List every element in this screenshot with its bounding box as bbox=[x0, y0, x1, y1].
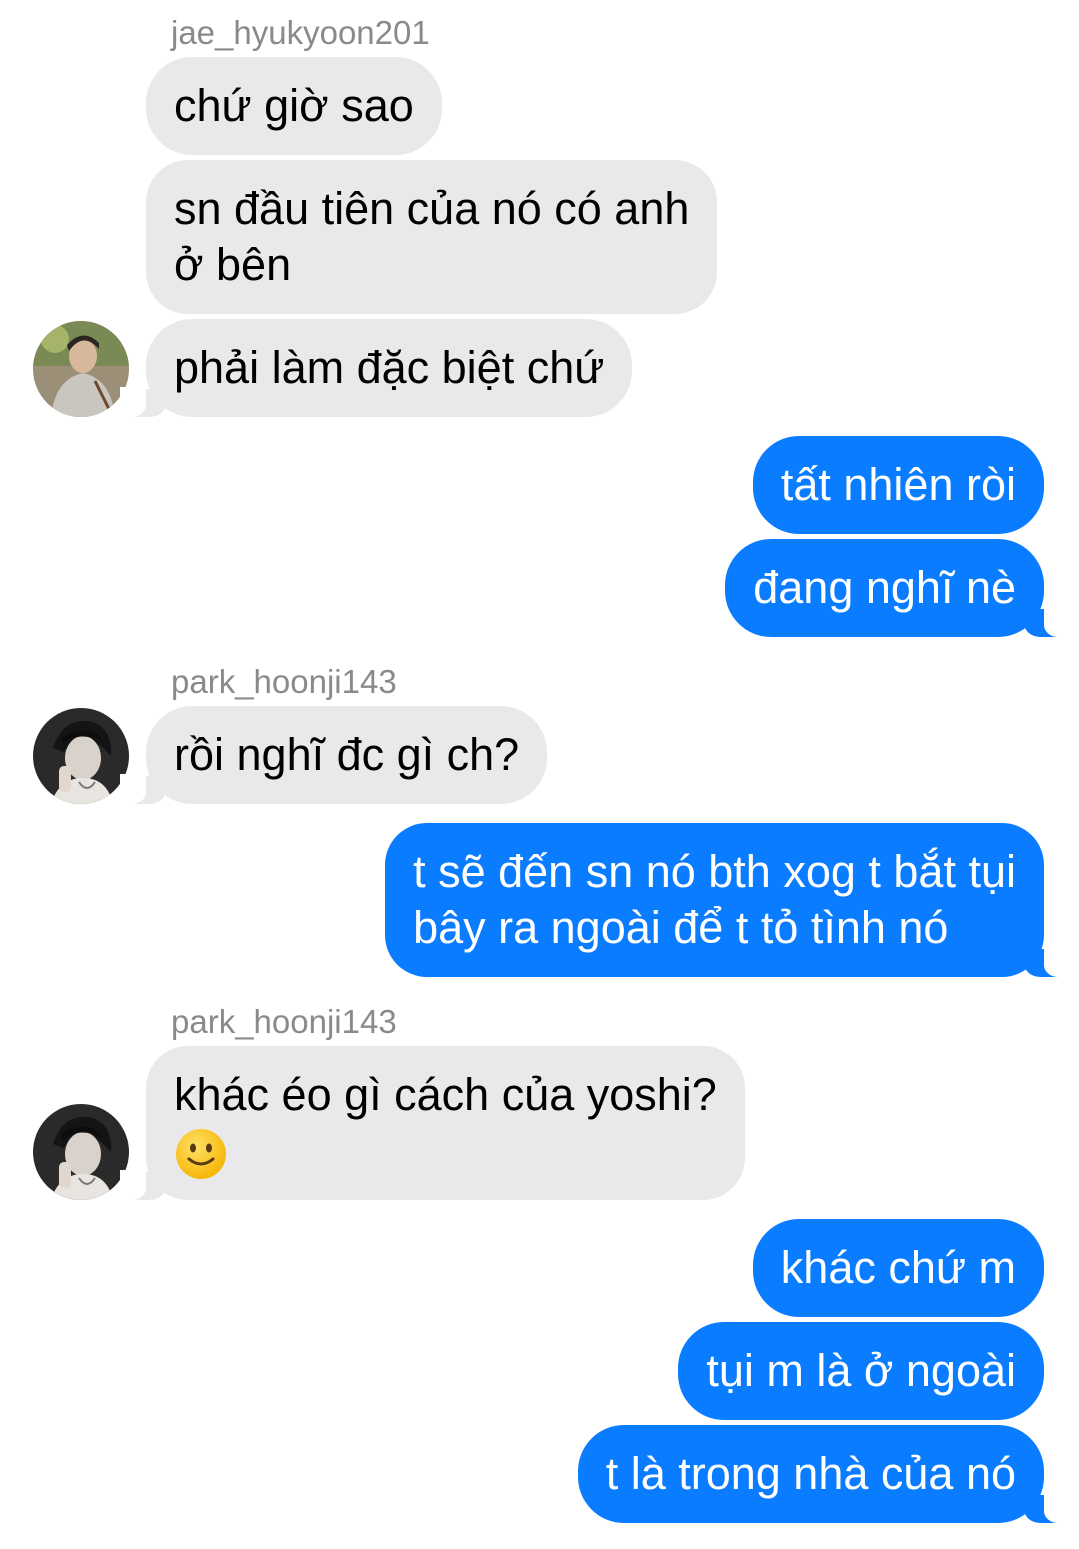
message-text: chứ giờ sao bbox=[174, 80, 414, 131]
incoming-message-bubble[interactable]: sn đầu tiên của nó có anh ở bên bbox=[146, 160, 718, 314]
incoming-message-bubble[interactable]: khác éo gì cách của yoshi? bbox=[120, 1046, 745, 1200]
outgoing-message-bubble[interactable]: t là trong nhà của nó bbox=[577, 1425, 1071, 1523]
avatar[interactable] bbox=[33, 321, 129, 417]
avatar[interactable] bbox=[33, 1104, 129, 1200]
outgoing-message-bubble[interactable]: khác chứ m bbox=[752, 1219, 1044, 1317]
message-text-line: t sẽ đến sn nó bth xog t bắt tụi bbox=[413, 846, 1016, 897]
outgoing-message-bubble[interactable]: tất nhiên ròi bbox=[752, 436, 1044, 534]
message-text-line: sn đầu tiên của nó có anh bbox=[174, 183, 690, 234]
avatar[interactable] bbox=[33, 708, 129, 804]
message-text-line: bây ra ngoài để t tỏ tình nó bbox=[413, 902, 949, 953]
avatar-park-image bbox=[33, 708, 129, 804]
sender-name: park_hoonji143 bbox=[171, 1003, 397, 1040]
message-text-line: khác éo gì cách của yoshi? bbox=[174, 1069, 717, 1120]
message-text: phải làm đặc biệt chứ bbox=[174, 342, 605, 393]
message-text-line bbox=[174, 1123, 717, 1181]
message-text: đang nghĩ nè bbox=[753, 562, 1016, 613]
message-text: khác chứ m bbox=[780, 1242, 1016, 1293]
outgoing-message-bubble[interactable]: tụi m là ở ngoài bbox=[678, 1322, 1044, 1420]
sender-name: park_hoonji143 bbox=[171, 663, 397, 700]
message-text: tất nhiên ròi bbox=[780, 459, 1016, 510]
sender-name: jae_hyukyoon201 bbox=[171, 14, 430, 51]
message-text: rồi nghĩ đc gì ch? bbox=[174, 729, 520, 780]
incoming-message-bubble[interactable]: phải làm đặc biệt chứ bbox=[119, 319, 633, 417]
avatar-jae-image bbox=[33, 321, 129, 417]
slightly-smiling-face-emoji-icon bbox=[176, 1129, 226, 1180]
message-text-line: ở bên bbox=[174, 239, 292, 290]
outgoing-message-bubble[interactable]: t sẽ đến sn nó bth xog t bắt tụi bây ra … bbox=[385, 823, 1070, 977]
message-text: tụi m là ở ngoài bbox=[706, 1345, 1016, 1396]
incoming-message-bubble[interactable]: chứ giờ sao bbox=[146, 57, 442, 155]
incoming-message-bubble[interactable]: rồi nghĩ đc gì ch? bbox=[119, 706, 548, 804]
avatar-park-image bbox=[33, 1104, 129, 1200]
message-text: t là trong nhà của nó bbox=[605, 1448, 1016, 1499]
outgoing-message-bubble[interactable]: đang nghĩ nè bbox=[725, 539, 1070, 637]
